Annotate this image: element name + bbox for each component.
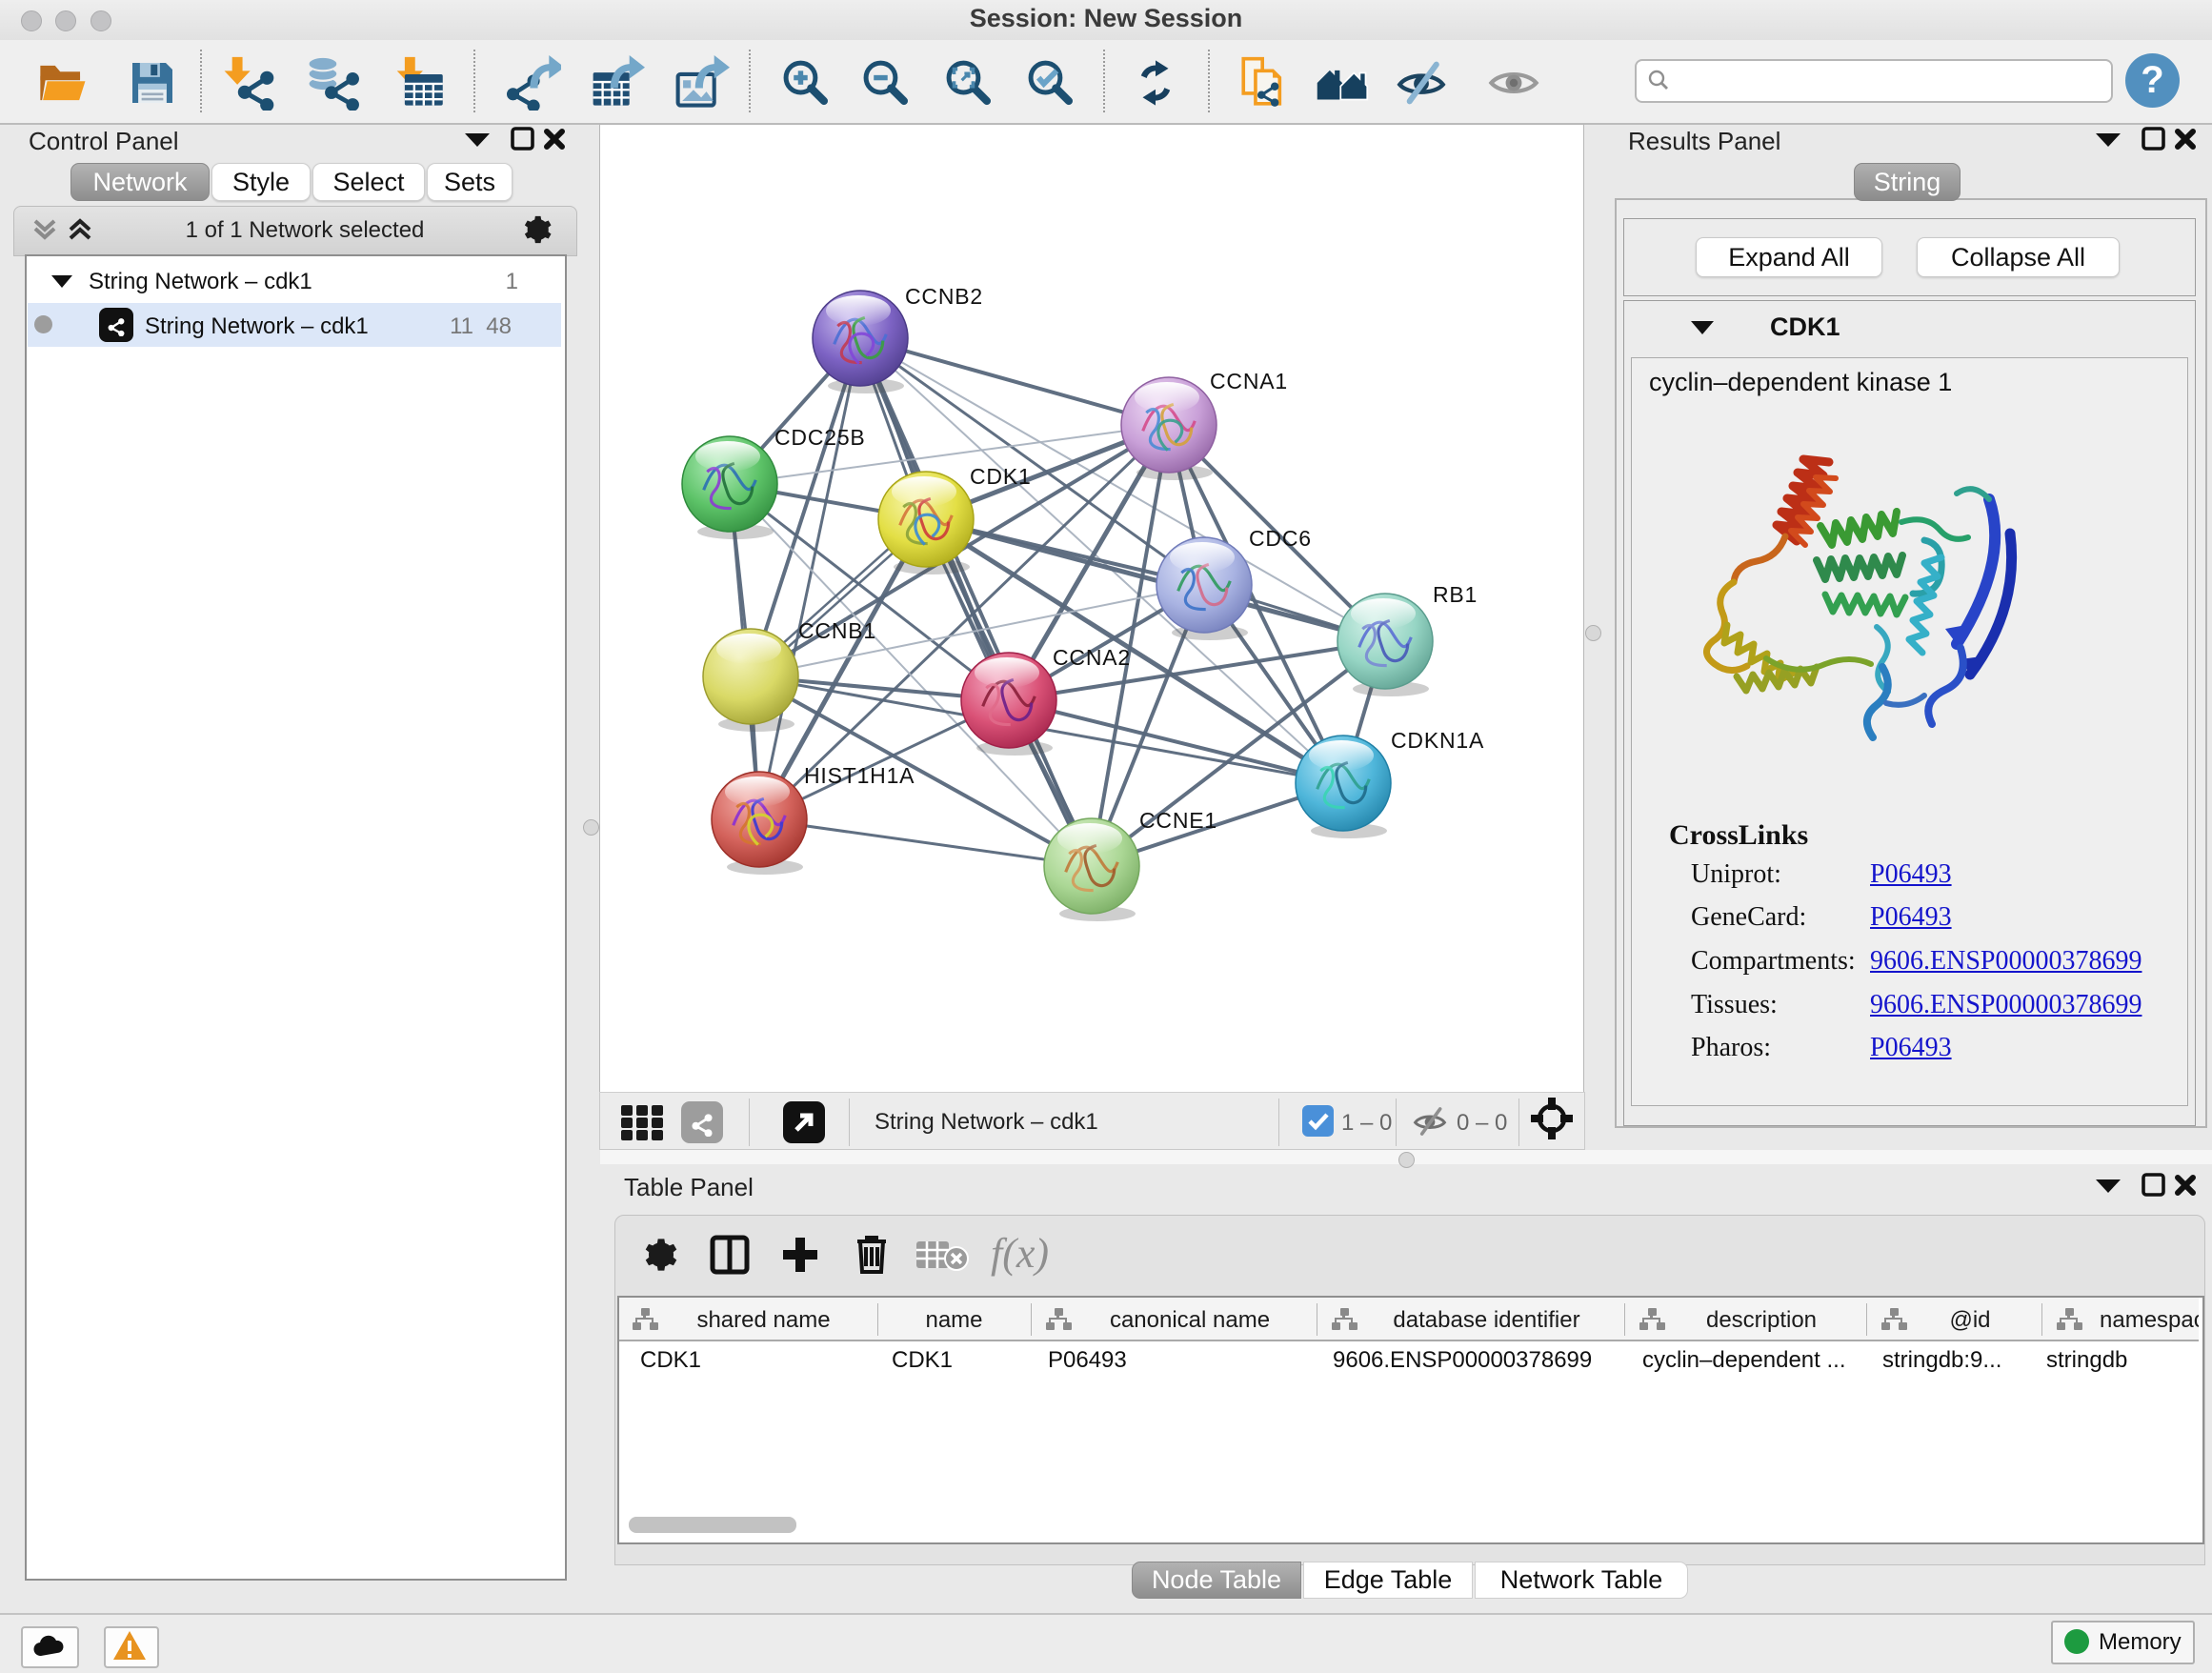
svg-text:CDC25B: CDC25B bbox=[774, 425, 866, 450]
svg-text:CDKN1A: CDKN1A bbox=[1391, 728, 1484, 753]
svg-text:CCNB2: CCNB2 bbox=[905, 284, 983, 309]
svg-text:CCNE1: CCNE1 bbox=[1139, 808, 1217, 833]
svg-text:HIST1H1A: HIST1H1A bbox=[804, 763, 915, 788]
svg-text:CCNB1: CCNB1 bbox=[798, 618, 876, 643]
svg-text:CCNA1: CCNA1 bbox=[1210, 369, 1288, 393]
svg-text:CCNA2: CCNA2 bbox=[1053, 645, 1131, 670]
svg-text:RB1: RB1 bbox=[1433, 582, 1478, 607]
svg-text:CDK1: CDK1 bbox=[970, 464, 1032, 489]
svg-text:CDC6: CDC6 bbox=[1249, 526, 1312, 551]
